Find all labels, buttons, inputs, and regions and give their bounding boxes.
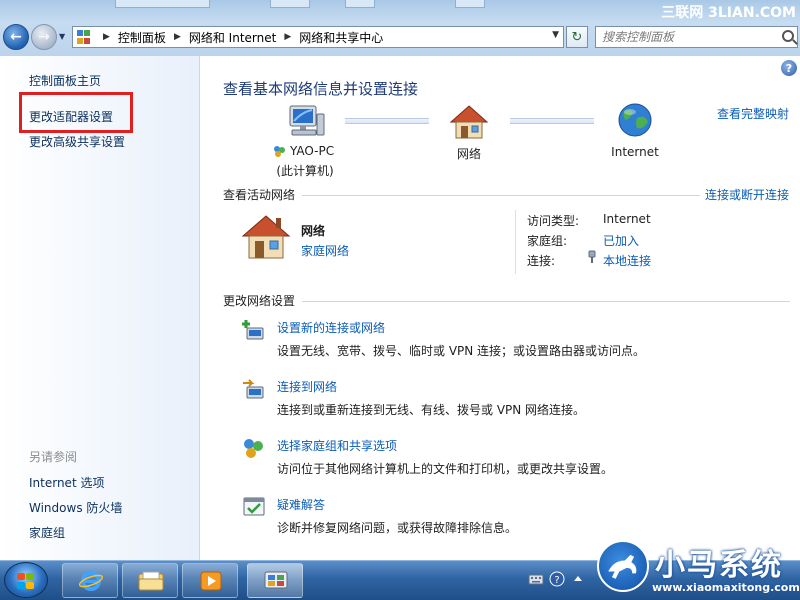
task-troubleshoot-link[interactable]: 疑难解答 <box>277 496 325 513</box>
sidebar-change-advanced-sharing[interactable]: 更改高级共享设置 <box>29 133 125 150</box>
task-homegroup-sharing-desc: 访问位于其他网络计算机上的文件和打印机，或更改共享设置。 <box>277 462 614 476</box>
internet-explorer-icon <box>79 571 103 591</box>
map-connector <box>345 118 429 124</box>
breadcrumb-chevron-icon[interactable]: ▶ <box>174 32 181 42</box>
sidebar-internet-options[interactable]: Internet 选项 <box>29 474 104 491</box>
window-tab <box>270 0 310 8</box>
task-troubleshoot-desc: 诊断并修复网络问题，或获得故障排除信息。 <box>277 521 518 535</box>
task-setup-connection-link[interactable]: 设置新的连接或网络 <box>277 319 385 336</box>
network-node-label: 网络 <box>456 147 481 161</box>
taskbar-explorer-button[interactable] <box>122 563 178 598</box>
chevron-down-icon: ▼ <box>59 32 66 41</box>
breadcrumb-network-sharing-center[interactable]: 网络和共享中心 <box>299 29 383 46</box>
task-setup-connection-desc: 设置无线、宽带、拨号、临时或 VPN 连接；或设置路由器或访问点。 <box>277 344 646 358</box>
sidebar-windows-firewall[interactable]: Windows 防火墙 <box>29 499 122 516</box>
internet-node-label: Internet <box>611 145 659 159</box>
connection-label: 连接: <box>527 254 556 268</box>
highlight-box <box>19 92 133 133</box>
house-icon <box>241 215 291 259</box>
breadcrumb-control-panel[interactable]: 控制面板 <box>118 29 166 46</box>
vertical-divider <box>515 210 516 274</box>
access-type-label: 访问类型: <box>527 214 580 228</box>
watermark-title: 小马系统 <box>655 548 783 583</box>
refresh-button[interactable]: ↻ <box>566 26 588 48</box>
see-also-label: 另请参阅 <box>29 450 78 464</box>
media-player-icon <box>200 571 222 591</box>
control-panel-icon <box>77 30 91 44</box>
house-icon <box>449 105 489 139</box>
svg-text:?: ? <box>554 575 559 586</box>
globe-icon <box>618 103 652 137</box>
refresh-icon: ↻ <box>571 29 583 45</box>
forward-button[interactable]: → <box>31 24 57 50</box>
active-networks-heading: 查看活动网络 <box>223 188 296 202</box>
sidebar-homegroup[interactable]: 家庭组 <box>29 524 65 541</box>
watermark-url: www.xiaomaxitong.com <box>652 581 800 594</box>
homegroup-label: 家庭组: <box>527 234 568 248</box>
change-settings-heading: 更改网络设置 <box>223 294 296 308</box>
windows-logo-icon <box>17 573 35 589</box>
troubleshoot-icon <box>243 497 265 516</box>
taskbar-ie-button[interactable] <box>62 563 118 598</box>
map-connector <box>510 118 594 124</box>
recent-pages-button[interactable]: ▼ <box>59 32 65 41</box>
access-type-value: Internet <box>603 212 651 226</box>
help-icon[interactable]: ? <box>781 60 797 76</box>
taskbar-control-panel-button[interactable] <box>247 563 303 598</box>
search-icon[interactable] <box>782 30 794 42</box>
homegroup-joined-link[interactable]: 已加入 <box>603 232 639 249</box>
section-divider <box>302 301 790 302</box>
search-input[interactable] <box>595 26 798 48</box>
window-tab <box>345 0 375 8</box>
ethernet-plug-icon <box>588 250 596 263</box>
window-tab <box>455 0 485 8</box>
connect-network-icon <box>243 379 264 399</box>
control-panel-icon <box>264 571 288 589</box>
address-bar[interactable]: ▶ 控制面板 ▶ 网络和 Internet ▶ 网络和共享中心 ▼ <box>72 26 564 48</box>
section-divider <box>302 195 700 196</box>
network-type-link[interactable]: 家庭网络 <box>301 242 349 259</box>
folder-icon <box>138 571 164 591</box>
sidebar-control-panel-home[interactable]: 控制面板主页 <box>29 72 101 89</box>
xiaoma-logo-icon <box>597 540 649 592</box>
active-network-name: 网络 <box>301 224 326 238</box>
local-connection-link[interactable]: 本地连接 <box>603 252 651 269</box>
address-dropdown-icon[interactable]: ▼ <box>552 30 559 40</box>
new-connection-icon <box>242 320 264 340</box>
view-full-map-link[interactable]: 查看完整映射 <box>717 105 789 122</box>
arrow-left-icon: ← <box>10 29 22 45</box>
taskbar-media-player-button[interactable] <box>182 563 238 598</box>
chevron-up-icon[interactable] <box>570 571 586 587</box>
task-homegroup-sharing-link[interactable]: 选择家庭组和共享选项 <box>277 437 397 454</box>
breadcrumb-chevron-icon[interactable]: ▶ <box>103 32 110 42</box>
keyboard-icon[interactable] <box>528 571 544 587</box>
window-tab <box>115 0 210 8</box>
task-connect-network-link[interactable]: 连接到网络 <box>277 378 337 395</box>
breadcrumb-chevron-icon[interactable]: ▶ <box>284 32 291 42</box>
back-button[interactable]: ← <box>3 24 29 50</box>
page-title: 查看基本网络信息并设置连接 <box>223 80 419 98</box>
task-connect-network-desc: 连接到或重新连接到无线、有线、拨号或 VPN 网络连接。 <box>277 403 586 417</box>
computer-name: YAO-PC <box>290 144 335 158</box>
breadcrumb-network-internet[interactable]: 网络和 Internet <box>189 29 276 46</box>
connect-disconnect-link[interactable]: 连接或断开连接 <box>705 186 789 203</box>
homegroup-icon <box>244 439 263 458</box>
watermark-top-text: 三联网 3LIAN.COM <box>661 5 796 21</box>
arrow-right-icon: → <box>38 29 50 45</box>
help-icon[interactable]: ? <box>549 571 565 587</box>
homegroup-small-icon <box>274 146 285 157</box>
computer-icon <box>289 105 325 136</box>
computer-sublabel: (此计算机) <box>276 164 334 178</box>
